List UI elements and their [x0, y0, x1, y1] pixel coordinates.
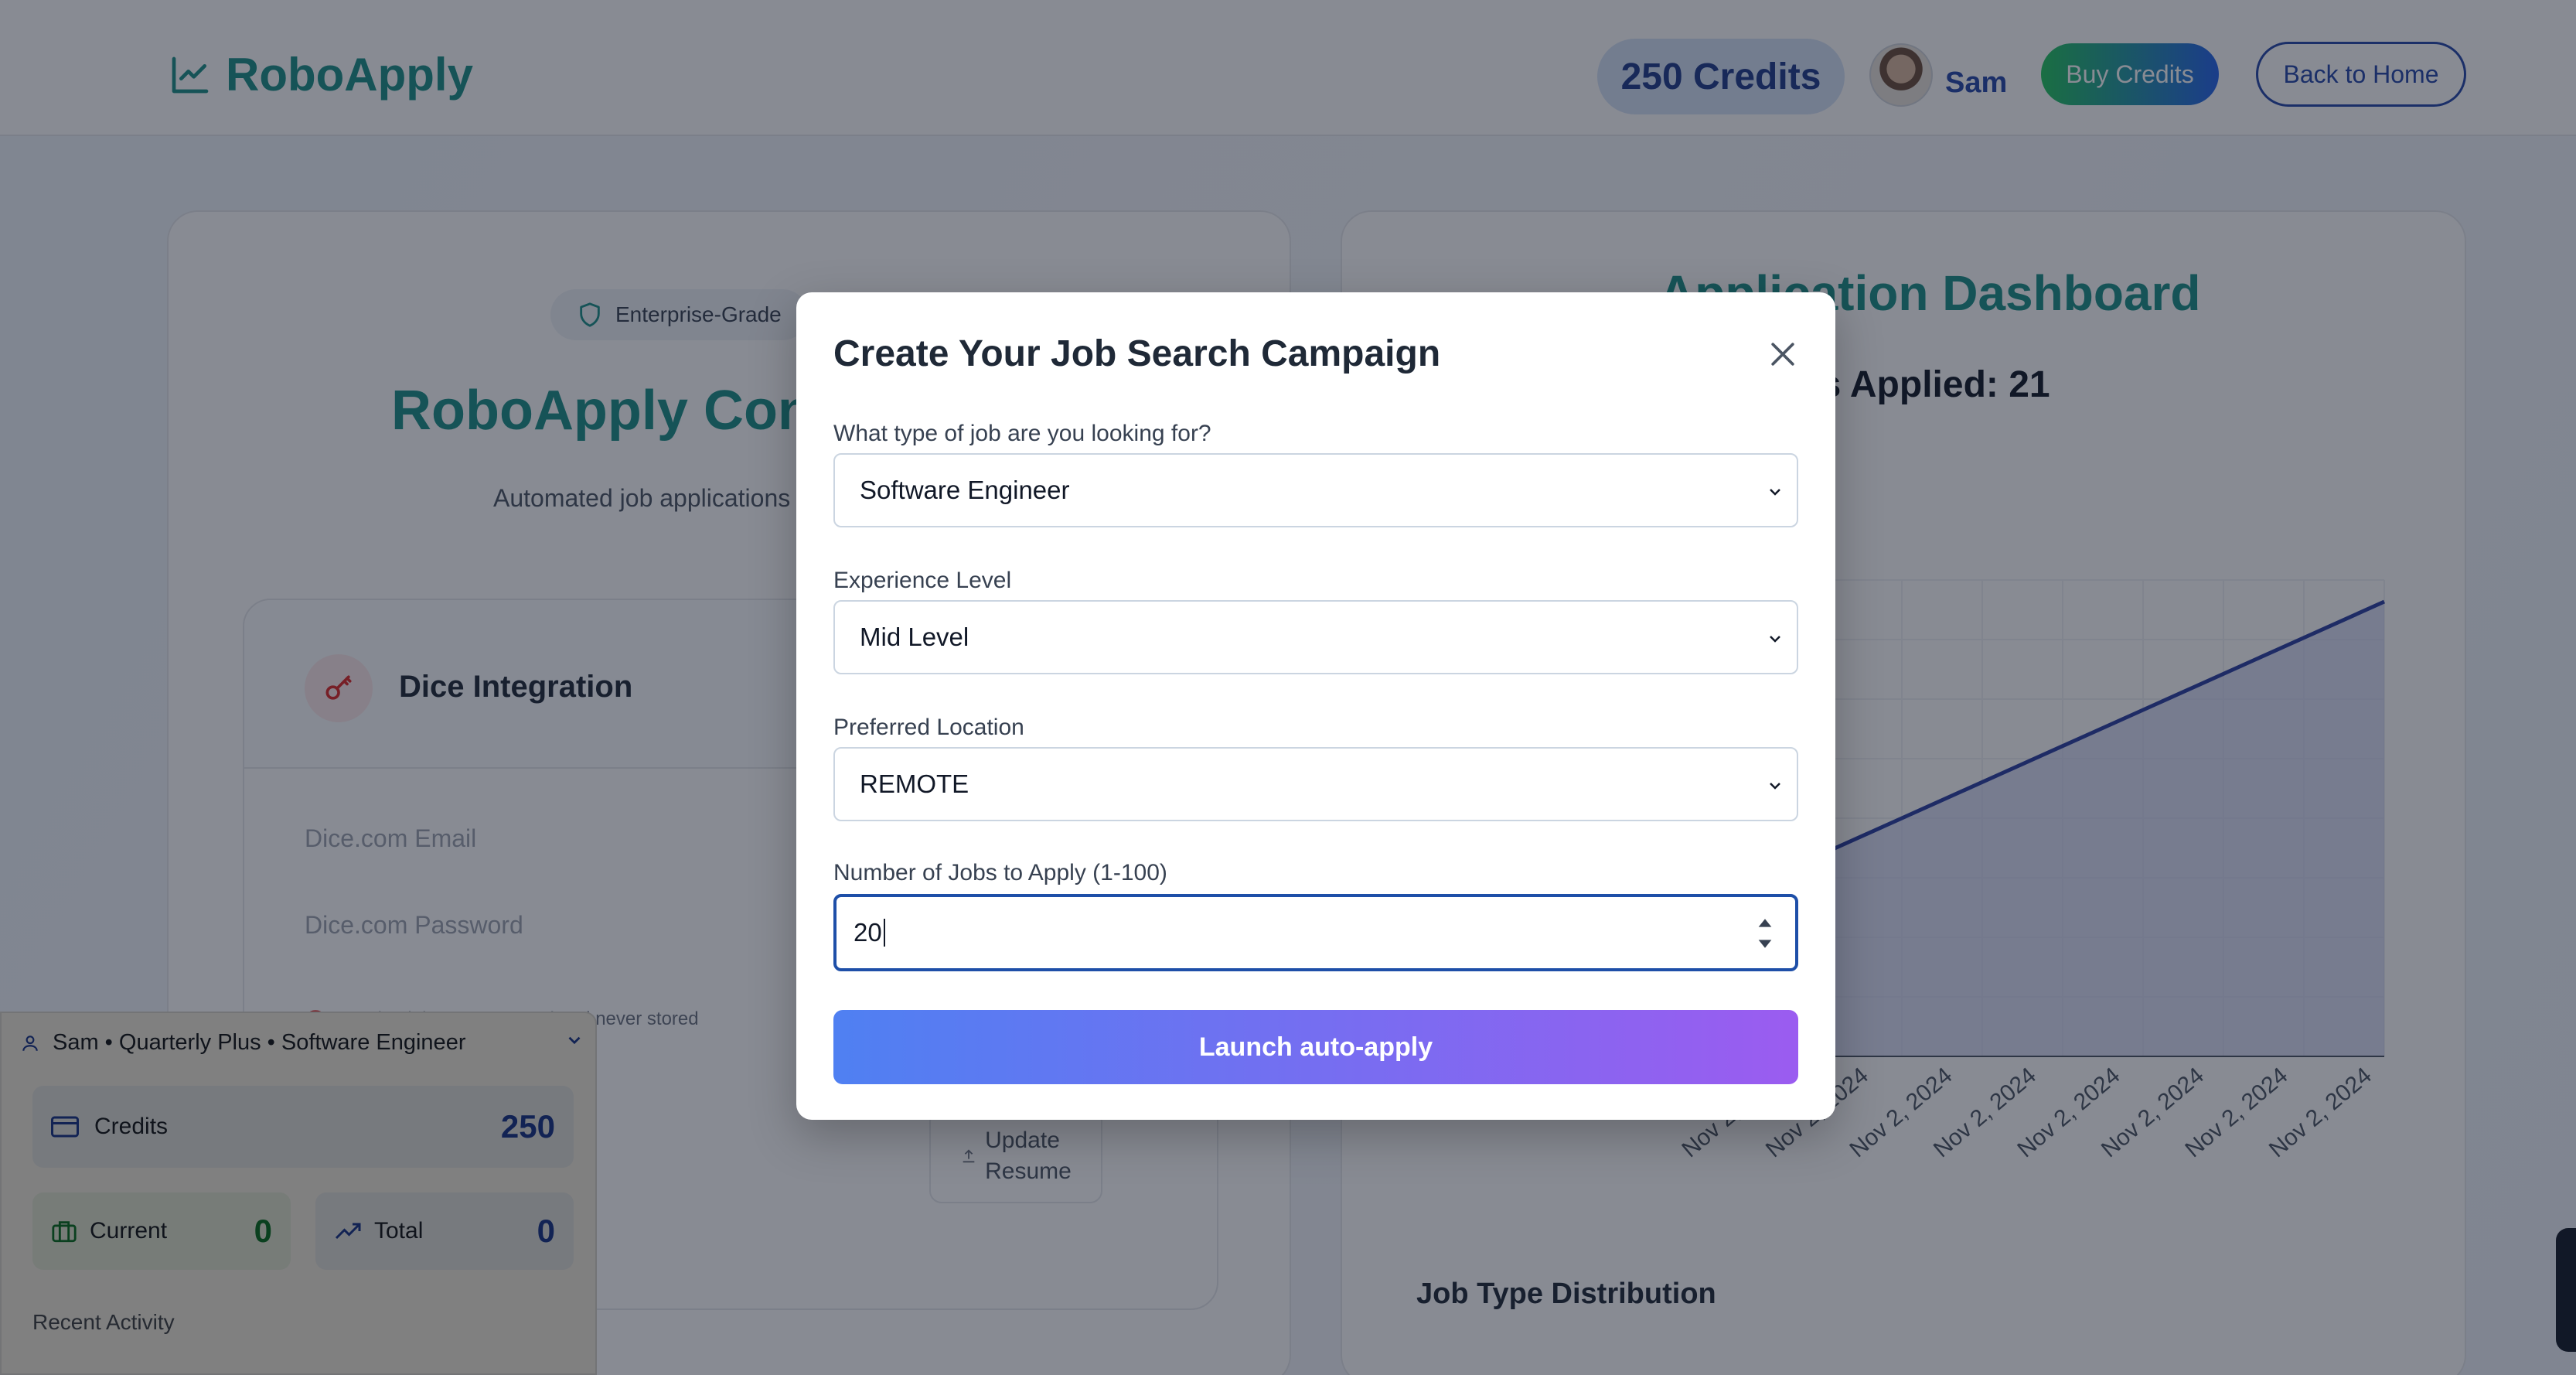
widget-current-label: Current	[90, 1218, 168, 1244]
location-value: REMOTE	[860, 769, 969, 798]
experience-value: Mid Level	[860, 623, 969, 651]
number-spinner-icon[interactable]	[1755, 914, 1775, 953]
text-caret	[883, 919, 885, 947]
widget-current-value: 0	[254, 1213, 272, 1249]
close-icon[interactable]	[1766, 337, 1800, 371]
user-icon	[22, 1035, 38, 1051]
widget-current: Current 0	[32, 1192, 291, 1270]
widget-total-value: 0	[537, 1213, 555, 1249]
location-select[interactable]: REMOTE	[833, 747, 1798, 821]
jobs-count-label: Number of Jobs to Apply (1-100)	[833, 860, 1167, 885]
widget-credits-label: Credits	[94, 1114, 169, 1139]
modal-title: Create Your Job Search Campaign	[833, 333, 1441, 374]
trending-up-icon	[335, 1223, 361, 1240]
recent-activity-label: Recent Activity	[32, 1310, 175, 1334]
experience-label: Experience Level	[833, 568, 1012, 593]
account-widget-title: Sam • Quarterly Plus • Software Engineer	[53, 1030, 466, 1055]
chevron-down-icon	[1770, 489, 1780, 496]
widget-credits: Credits 250	[32, 1086, 574, 1168]
widget-total-label: Total	[374, 1218, 424, 1244]
job-type-select[interactable]: Software Engineer	[833, 453, 1798, 527]
chevron-down-icon	[1770, 783, 1780, 790]
credit-card-icon	[51, 1116, 79, 1138]
job-type-value: Software Engineer	[860, 476, 1070, 504]
account-widget-header[interactable]: Sam • Quarterly Plus • Software Engineer	[20, 1030, 584, 1056]
jobs-count-input[interactable]: 20	[833, 894, 1798, 971]
widget-credits-value: 250	[500, 1108, 555, 1145]
widget-total: Total 0	[315, 1192, 574, 1270]
launch-auto-apply-button[interactable]: Launch auto-apply	[833, 1010, 1798, 1084]
chevron-down-icon	[1770, 636, 1780, 643]
experience-select[interactable]: Mid Level	[833, 600, 1798, 674]
job-type-label: What type of job are you looking for?	[833, 421, 1211, 446]
briefcase-icon	[52, 1221, 77, 1243]
account-widget: Sam • Quarterly Plus • Software Engineer…	[0, 1012, 597, 1375]
location-label: Preferred Location	[833, 715, 1024, 740]
chevron-down-icon[interactable]	[564, 1030, 584, 1050]
jobs-count-value: 20	[854, 918, 882, 947]
campaign-modal: Create Your Job Search Campaign What typ…	[796, 292, 1835, 1120]
